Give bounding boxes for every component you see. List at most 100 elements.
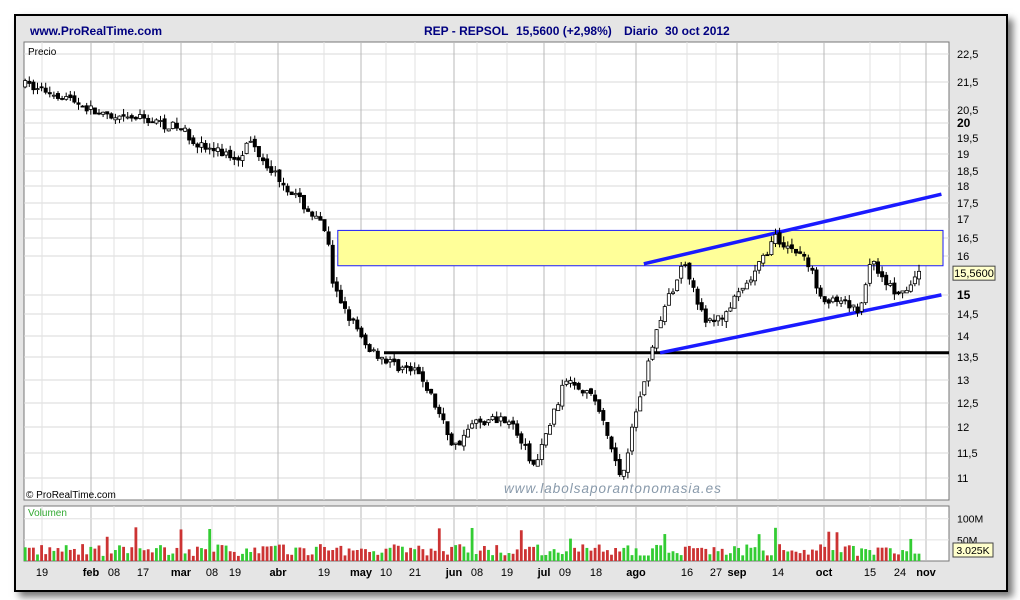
volume-bar bbox=[429, 548, 433, 561]
volume-bar bbox=[835, 532, 839, 561]
candle-body bbox=[470, 423, 475, 429]
candle-body bbox=[388, 359, 393, 363]
candle-body bbox=[84, 105, 89, 112]
volume-bar bbox=[400, 546, 404, 561]
volume-plot-area bbox=[23, 505, 950, 562]
volume-bar bbox=[675, 553, 679, 561]
volume-bar bbox=[823, 546, 827, 561]
volume-bar bbox=[159, 545, 162, 561]
volume-bar bbox=[720, 548, 724, 561]
volume-bar bbox=[700, 547, 704, 561]
candle-body bbox=[60, 98, 65, 100]
candle-body bbox=[215, 147, 220, 152]
candle-body bbox=[293, 193, 298, 196]
price-chart: www.ProRealTime.com REP - REPSOL 15,5600… bbox=[23, 24, 996, 579]
volume-bar bbox=[659, 545, 663, 561]
volume-bar bbox=[265, 546, 269, 561]
volume-bar bbox=[876, 547, 880, 561]
volume-bar bbox=[191, 555, 195, 561]
volume-bar bbox=[851, 545, 855, 561]
candle-body bbox=[675, 279, 680, 291]
volume-bar bbox=[384, 548, 388, 561]
volume-bar bbox=[839, 552, 843, 561]
candle-body bbox=[474, 419, 479, 424]
candle-body bbox=[330, 244, 335, 284]
candle-body bbox=[617, 458, 622, 476]
candle-body bbox=[703, 308, 708, 323]
candle-body bbox=[556, 404, 561, 412]
candle-body bbox=[219, 148, 224, 157]
time-tick-label: 19 bbox=[501, 567, 513, 579]
candle-body bbox=[666, 293, 671, 306]
candle-body bbox=[568, 380, 573, 384]
volume-bar bbox=[536, 544, 540, 561]
volume-bar bbox=[150, 552, 154, 561]
volume-bar bbox=[745, 544, 749, 561]
candle-body bbox=[757, 261, 762, 271]
candle-body bbox=[371, 349, 376, 352]
candle-body bbox=[740, 287, 745, 291]
candle-body bbox=[297, 192, 302, 198]
volume-bar bbox=[261, 546, 265, 561]
candle-body bbox=[355, 319, 360, 330]
site-title: www.ProRealTime.com bbox=[29, 24, 162, 38]
volume-bar bbox=[208, 528, 212, 561]
volume-bar bbox=[651, 548, 654, 561]
volume-bar bbox=[605, 550, 609, 561]
volume-bar bbox=[232, 551, 236, 561]
volume-bar bbox=[614, 547, 617, 561]
candle-body bbox=[203, 142, 208, 150]
volume-bar bbox=[749, 547, 753, 561]
volume-bar bbox=[269, 546, 273, 561]
candle-body bbox=[224, 151, 229, 156]
price-panel-label: Precio bbox=[28, 47, 57, 58]
volume-bar bbox=[782, 550, 786, 561]
candle-body bbox=[732, 295, 737, 309]
volume-bar bbox=[642, 555, 646, 561]
volume-bar bbox=[68, 549, 72, 561]
candle-body bbox=[912, 276, 917, 285]
volume-bar bbox=[601, 551, 605, 561]
candle-body bbox=[625, 452, 630, 473]
volume-bar bbox=[306, 555, 310, 561]
candle-body bbox=[773, 233, 778, 244]
candle-body bbox=[527, 443, 532, 462]
time-tick-label: 15 bbox=[864, 567, 876, 579]
volume-bar bbox=[462, 546, 466, 561]
candle-body bbox=[605, 421, 610, 436]
candle-body bbox=[629, 426, 634, 452]
candle-body bbox=[306, 208, 311, 212]
candle-body bbox=[429, 388, 434, 394]
volume-bar bbox=[446, 554, 449, 561]
volume-bar bbox=[179, 529, 183, 561]
price-tick-label: 19 bbox=[957, 149, 969, 161]
candle-body bbox=[863, 284, 868, 304]
candle-body bbox=[351, 318, 356, 321]
candle-body bbox=[826, 299, 831, 304]
candle-body bbox=[560, 384, 565, 407]
volume-bar bbox=[913, 553, 917, 561]
volume-bar bbox=[167, 554, 171, 561]
candle-body bbox=[798, 251, 803, 254]
candle-body bbox=[777, 232, 782, 245]
candle-body bbox=[584, 390, 589, 394]
candle-body bbox=[699, 302, 704, 311]
volume-bar bbox=[146, 549, 150, 561]
volume-bar bbox=[52, 550, 56, 561]
copyright-label: © ProRealTime.com bbox=[26, 490, 116, 501]
time-tick-label: jul bbox=[537, 567, 551, 579]
time-tick-label: feb bbox=[83, 567, 100, 579]
candle-body bbox=[691, 280, 696, 288]
price-tick-label: 18,5 bbox=[957, 166, 978, 178]
candle-body bbox=[588, 388, 593, 394]
candle-body bbox=[96, 112, 101, 115]
candle-body bbox=[789, 244, 794, 250]
volume-bar bbox=[85, 554, 89, 561]
volume-bar bbox=[466, 552, 470, 561]
volume-bar bbox=[511, 553, 515, 561]
volume-bar bbox=[138, 548, 142, 561]
time-tick-label: ago bbox=[626, 567, 646, 579]
volume-bar bbox=[175, 547, 179, 561]
time-tick-label: may bbox=[350, 567, 373, 579]
volume-bar bbox=[60, 551, 64, 561]
